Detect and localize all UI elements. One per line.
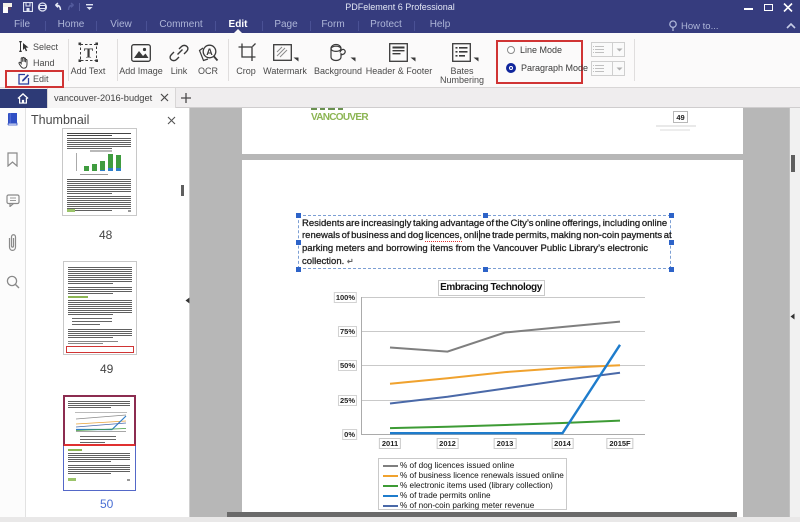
svg-text:A: A	[206, 47, 213, 57]
svg-text:T: T	[84, 47, 94, 62]
